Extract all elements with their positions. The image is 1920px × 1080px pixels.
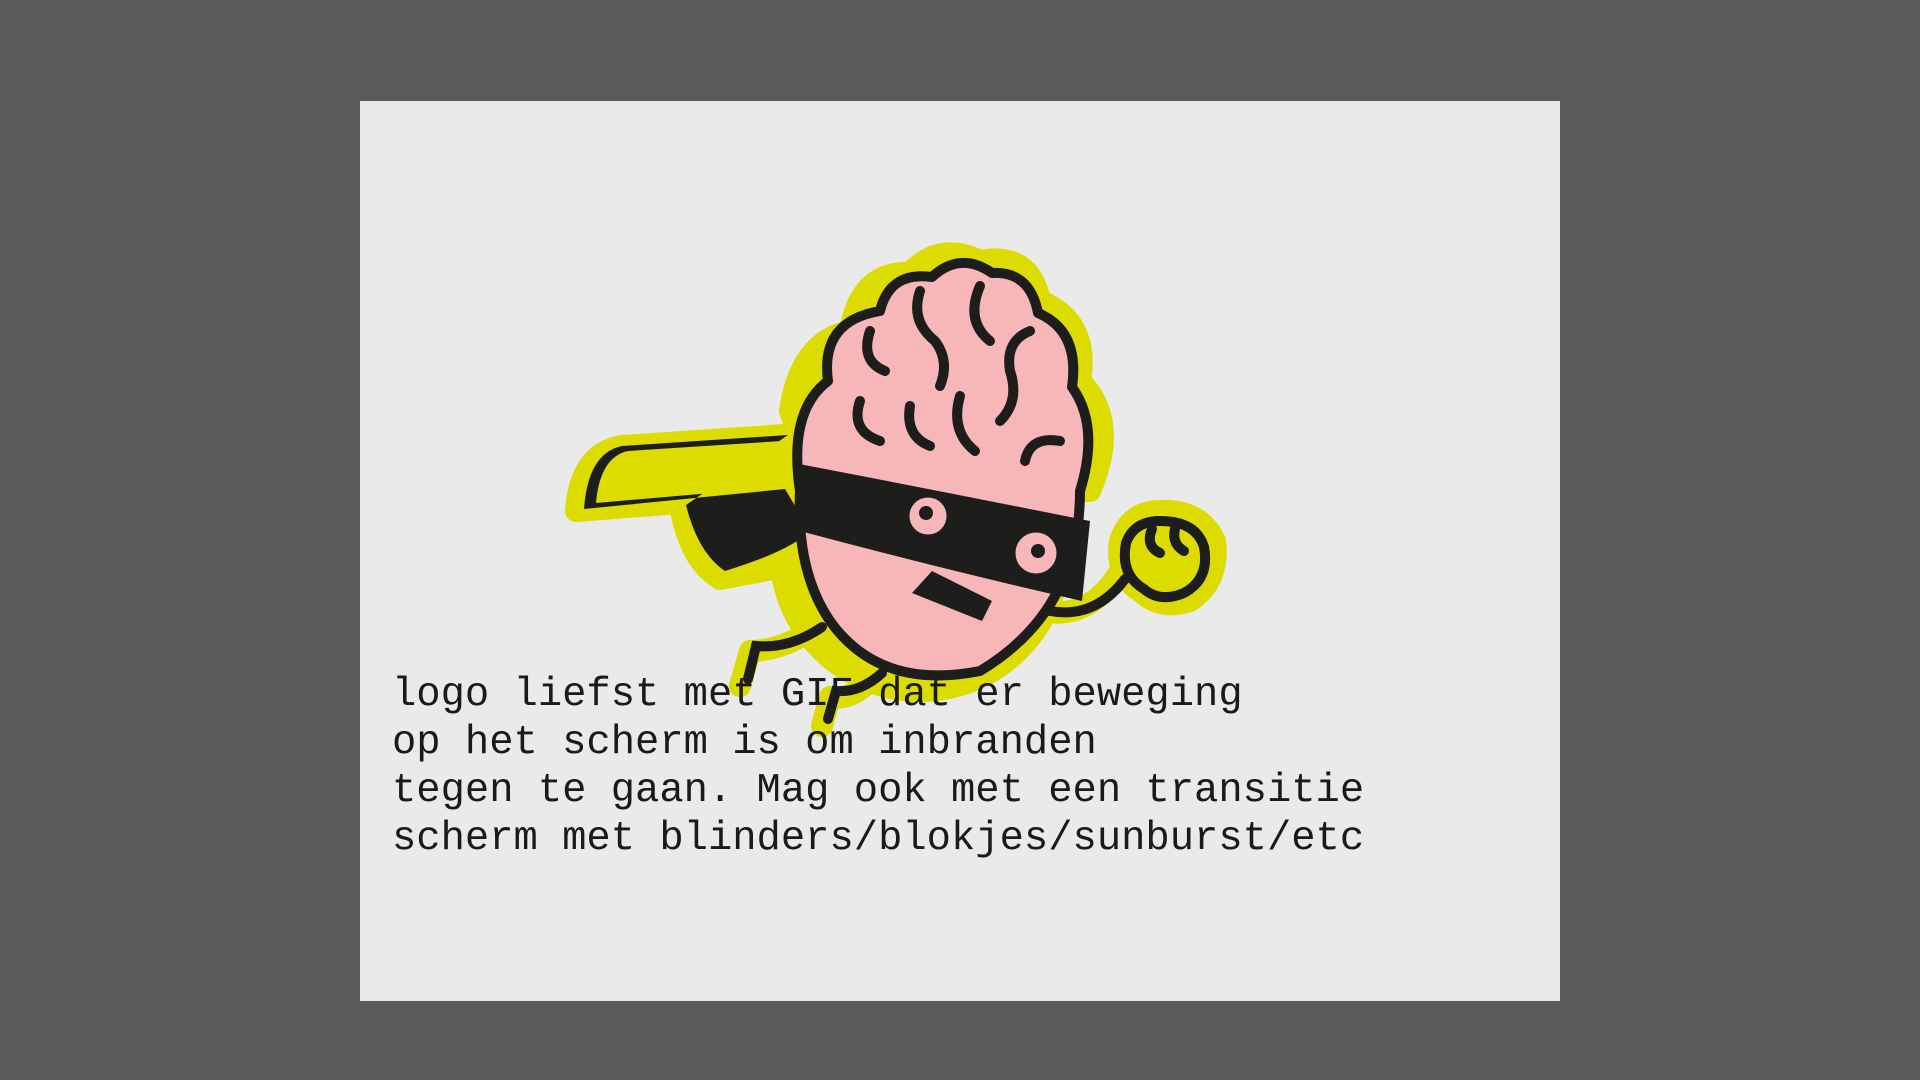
- brain-head: [792, 257, 1094, 681]
- slide-page: logo liefst met GIF dat er beweging op he…: [360, 101, 1560, 1001]
- caption-text: logo liefst met GIF dat er beweging op he…: [392, 671, 1552, 863]
- viewer-window: { "slide": { "logo": { "icon": "superher…: [0, 0, 1920, 1080]
- caption-line-4: scherm met blinders/blokjes/sunburst/etc: [392, 816, 1365, 862]
- caption-line-3: tegen te gaan. Mag ook met een transitie: [392, 768, 1365, 814]
- caption-line-2: op het scherm is om inbranden: [392, 720, 1097, 766]
- caption-line-1: logo liefst met GIF dat er beweging: [392, 672, 1243, 718]
